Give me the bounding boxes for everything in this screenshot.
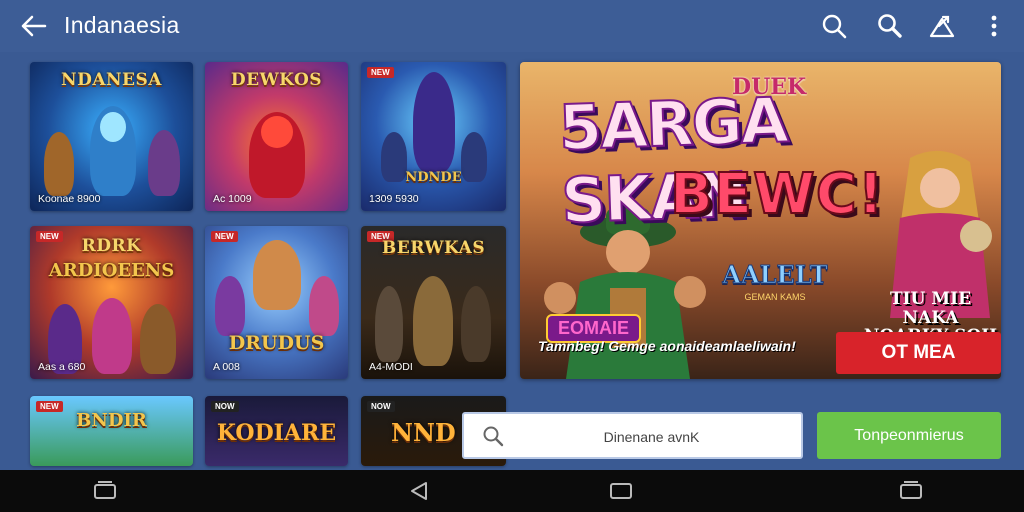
banner-game-logo: AALELT [722,260,828,290]
game-title: DEWKOS [230,70,323,90]
overview-icon[interactable] [898,480,924,502]
game-tile[interactable]: NOW KODIARE [205,396,348,466]
game-subtitle: NDNDE [405,170,462,185]
game-tile[interactable]: NEW DRUDUS A 008 [205,226,348,379]
back-icon[interactable] [406,480,432,502]
game-tile[interactable]: NEW RDRK ARDIOEENS Aas a 680 [30,226,193,379]
game-title: NDANESA [61,70,162,90]
game-tag: NOW [211,401,239,412]
featured-banner[interactable]: DUEK 5ARGA SKAN BEWC! AALELT GEMAN KAMS … [520,62,1001,379]
game-subtitle: ARDIOEENS [48,260,175,281]
game-caption: Ac 1009 [213,193,252,205]
game-caption: 1309 5930 [369,193,419,205]
banner-strip-text: Tamnbeg! Gemge aonaideamlaeliwain! [538,338,796,354]
game-subtitle: DRUDUS [228,332,325,354]
more-vert-icon[interactable] [980,12,1008,40]
search-input[interactable] [514,426,789,448]
recents-icon[interactable] [92,480,118,502]
game-title: BERWKAS [381,238,486,258]
search-icon[interactable] [876,12,904,40]
banner-promo-line1: TIU MIE NAKA [889,289,972,328]
back-arrow-icon[interactable] [20,12,48,40]
banner-game-logo-sub: GEMAN KAMS [744,292,806,302]
game-caption: A 008 [213,361,240,373]
game-tile[interactable]: NEW BERWKAS A4-MODI [361,226,506,379]
game-artwork [361,62,506,211]
game-tag: NEW [211,231,238,242]
game-tag: NEW [367,67,394,78]
search-icon [482,425,504,452]
home-icon[interactable] [608,480,634,502]
game-subtitle: BNDIR [76,410,147,431]
game-tile[interactable]: NDANESA Koonae 8900 [30,62,193,211]
top-app-bar: Indanaesia [0,0,1024,52]
game-title: RDRK [81,236,142,256]
share-icon[interactable] [928,12,956,40]
action-button[interactable]: Tonpeonmierus [817,412,1001,459]
game-tag: NOW [367,401,395,412]
game-artwork [205,226,348,379]
banner-cta-button[interactable]: OT MEA [836,332,1001,374]
game-tile[interactable]: NEW NDNDE 1309 5930 [361,62,506,211]
game-tile[interactable]: DEWKOS Ac 1009 [205,62,348,211]
game-caption: Aas a 680 [38,361,86,373]
banner-headline-2: BEWC! [669,161,885,228]
game-caption: Koonae 8900 [38,193,101,205]
search-field[interactable] [462,412,803,459]
game-caption: A4-MODI [369,361,413,373]
system-nav-bar [0,470,1024,512]
game-tile[interactable]: NEW BNDIR [30,396,193,466]
game-subtitle: KODIARE [216,420,337,446]
app-title: Indanaesia [64,12,180,38]
search-icon[interactable] [820,12,848,40]
